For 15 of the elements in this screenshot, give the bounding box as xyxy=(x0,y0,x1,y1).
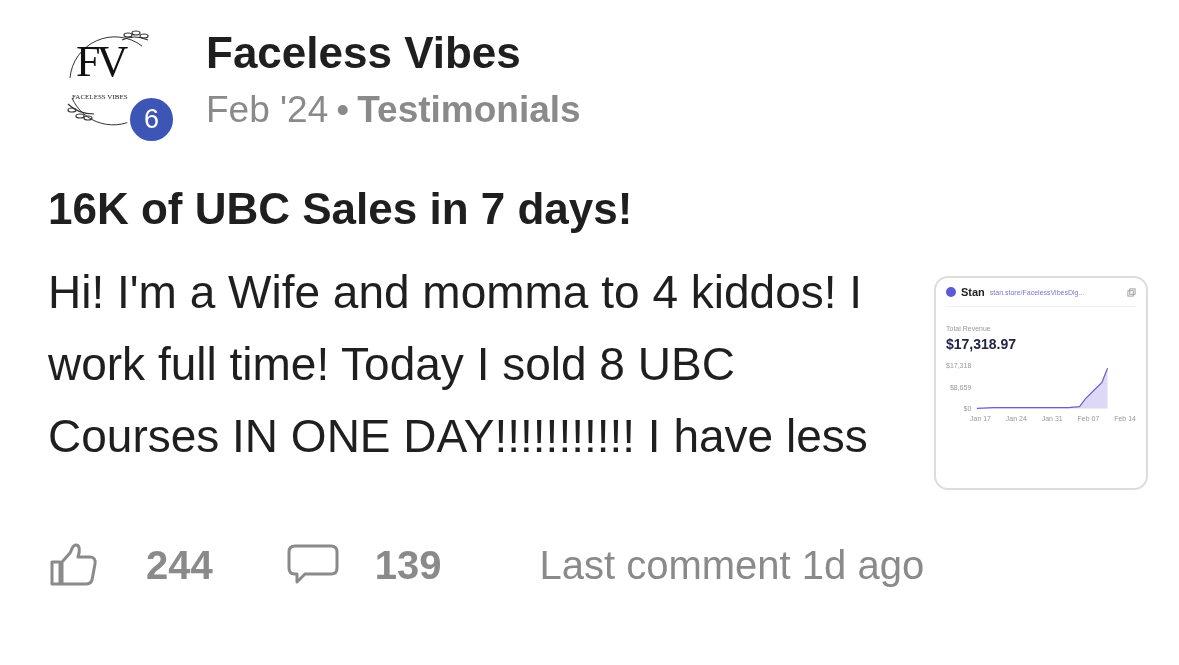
comment-count: 139 xyxy=(374,542,442,588)
brand-logo-icon xyxy=(946,287,956,297)
last-comment-time: Last comment 1d ago xyxy=(539,542,925,588)
copy-icon xyxy=(1127,287,1136,297)
like-count: 244 xyxy=(146,542,213,588)
author-name[interactable]: Faceless Vibes xyxy=(206,30,581,76)
logo-initials: FV xyxy=(76,40,125,84)
separator-dot: • xyxy=(336,90,350,130)
post-title[interactable]: 16K of UBC Sales in 7 days! xyxy=(48,184,1149,234)
post-body: Hi! I'm a Wife and momma to 4 kiddos! I work full time! Today I sold 8 UBC Courses IN ONE DAY!!!!!!!!!!! I have less xyxy=(48,265,869,464)
post-date: Feb '24 xyxy=(206,90,329,130)
level-badge: 6 xyxy=(127,95,176,144)
metric-value: $17,318.97 xyxy=(946,336,1018,352)
brand-name: Stan xyxy=(961,286,985,298)
thumbs-up-icon[interactable] xyxy=(48,542,100,588)
